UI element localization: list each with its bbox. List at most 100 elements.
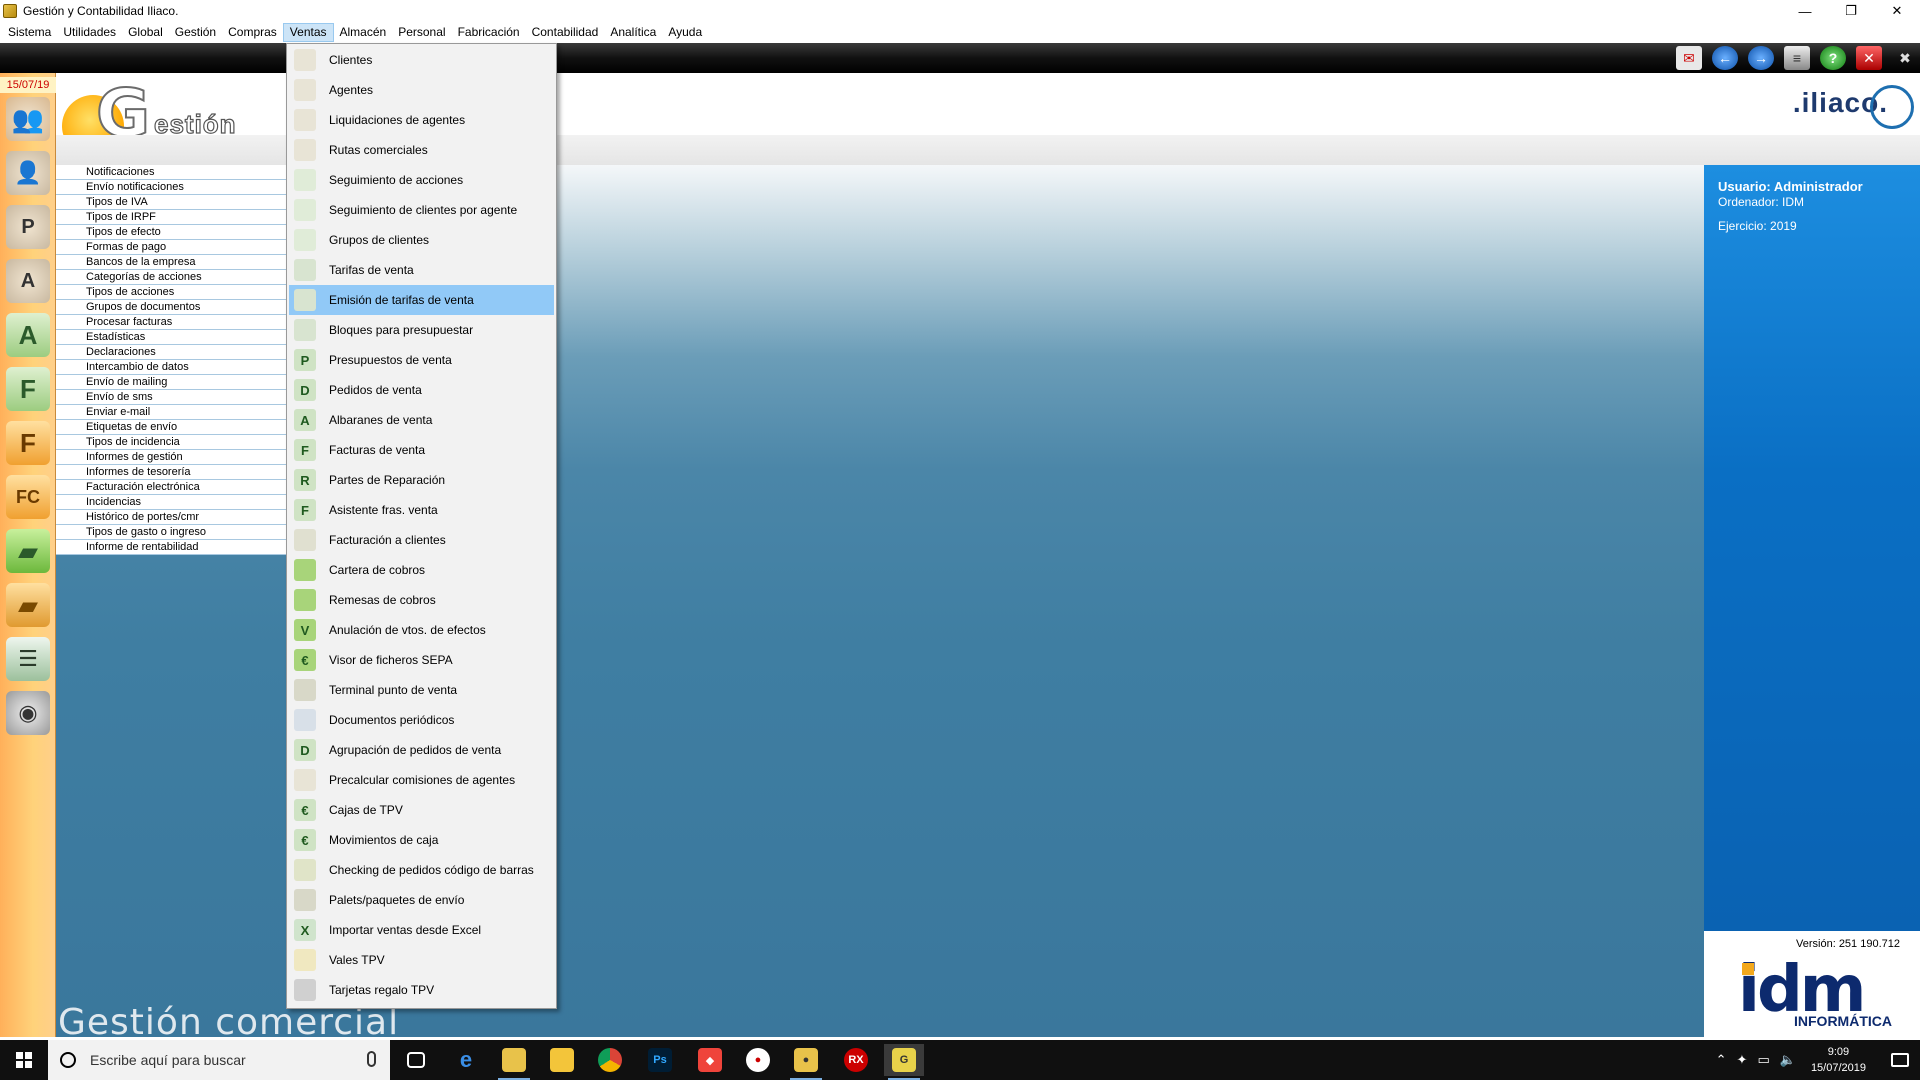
anydesk-icon[interactable]: ◆ — [690, 1044, 730, 1076]
notification-center-icon[interactable] — [1880, 1040, 1920, 1080]
menu-item[interactable]: Facturación a clientes — [289, 525, 554, 555]
menu-item[interactable]: Liquidaciones de agentes — [289, 105, 554, 135]
start-button[interactable] — [0, 1040, 48, 1080]
menu-almacen[interactable]: Almacén — [334, 23, 393, 42]
orange-folder-icon[interactable]: ▰ — [6, 583, 50, 627]
minimize-button[interactable]: — — [1782, 0, 1828, 22]
list-item[interactable]: Enviar e-mail — [56, 405, 286, 420]
microphone-icon[interactable] — [367, 1051, 376, 1067]
volume-icon[interactable]: 🔈 — [1780, 1052, 1796, 1068]
list-item[interactable]: Envío de sms — [56, 390, 286, 405]
list-item[interactable]: Estadísticas — [56, 330, 286, 345]
list-item[interactable]: Declaraciones — [56, 345, 286, 360]
menu-item[interactable]: A Albaranes de venta — [289, 405, 554, 435]
restore-button[interactable]: ❐ — [1828, 0, 1874, 22]
menu-item[interactable]: Tarjetas regalo TPV — [289, 975, 554, 1005]
app-folder-yellow-icon[interactable] — [494, 1044, 534, 1080]
edge-icon[interactable]: e — [446, 1044, 486, 1076]
close-window-icon[interactable]: ✕ — [1856, 46, 1882, 70]
disc-icon[interactable]: ◉ — [6, 691, 50, 735]
person-a-icon[interactable]: A — [6, 259, 50, 303]
menu-item[interactable]: Agentes — [289, 75, 554, 105]
dropbox-icon[interactable]: ✦ — [1737, 1052, 1748, 1068]
list-item[interactable]: Envío de mailing — [56, 375, 286, 390]
letter-f-orange-icon[interactable]: F — [6, 421, 50, 465]
menu-item[interactable]: Terminal punto de venta — [289, 675, 554, 705]
list-item[interactable]: Incidencias — [56, 495, 286, 510]
menu-item[interactable]: Grupos de clientes — [289, 225, 554, 255]
list-item[interactable]: Tipos de gasto o ingreso — [56, 525, 286, 540]
exit-icon[interactable]: ✖ — [1892, 46, 1918, 70]
rx-app-icon[interactable]: RX — [836, 1044, 876, 1076]
task-view-icon[interactable] — [396, 1044, 436, 1076]
letter-f-icon[interactable]: F — [6, 367, 50, 411]
menu-item[interactable]: Vales TPV — [289, 945, 554, 975]
menu-item[interactable]: Remesas de cobros — [289, 585, 554, 615]
menu-analitica[interactable]: Analítica — [604, 23, 662, 42]
menu-lines-icon[interactable]: ≡ — [1784, 46, 1810, 70]
menu-item[interactable]: V Anulación de vtos. de efectos — [289, 615, 554, 645]
list-item[interactable]: Etiquetas de envío — [56, 420, 286, 435]
iliaco-gestion-icon[interactable]: G — [884, 1044, 924, 1080]
chrome-icon[interactable] — [590, 1044, 630, 1076]
list-item[interactable]: Tipos de IVA — [56, 195, 286, 210]
show-hidden-icons-icon[interactable]: ⌃ — [1716, 1052, 1727, 1068]
person-icon[interactable]: 👤 — [6, 151, 50, 195]
menu-ayuda[interactable]: Ayuda — [662, 23, 708, 42]
mail-alert-icon[interactable]: ✉ — [1676, 46, 1702, 70]
list-item[interactable]: Informe de rentabilidad — [56, 540, 286, 555]
letters-fc-icon[interactable]: FC — [6, 475, 50, 519]
forward-arrow-icon[interactable]: → — [1748, 46, 1774, 70]
menu-item[interactable]: F Facturas de venta — [289, 435, 554, 465]
list-item[interactable]: Tipos de incidencia — [56, 435, 286, 450]
menu-item[interactable]: D Agrupación de pedidos de venta — [289, 735, 554, 765]
network-icon[interactable]: ▭ — [1757, 1052, 1769, 1068]
letter-a-icon[interactable]: A — [6, 313, 50, 357]
menu-item[interactable]: Precalcular comisiones de agentes — [289, 765, 554, 795]
help-icon[interactable]: ? — [1820, 46, 1846, 70]
menu-item[interactable]: € Movimientos de caja — [289, 825, 554, 855]
menu-compras[interactable]: Compras — [222, 23, 283, 42]
list-item[interactable]: Tipos de acciones — [56, 285, 286, 300]
menu-item[interactable]: Emisión de tarifas de venta — [289, 285, 554, 315]
menu-sistema[interactable]: Sistema — [2, 23, 57, 42]
list-document-icon[interactable]: ☰ — [6, 637, 50, 681]
list-item[interactable]: Informes de tesorería — [56, 465, 286, 480]
remote-app-icon[interactable]: ● — [738, 1044, 778, 1076]
people-group-icon[interactable]: 👥 — [6, 97, 50, 141]
menu-item[interactable]: D Pedidos de venta — [289, 375, 554, 405]
list-item[interactable]: Tipos de efecto — [56, 225, 286, 240]
menu-item[interactable]: Tarifas de venta — [289, 255, 554, 285]
list-item[interactable]: Facturación electrónica — [56, 480, 286, 495]
list-item[interactable]: Intercambio de datos — [56, 360, 286, 375]
menu-item[interactable]: Clientes — [289, 45, 554, 75]
list-item[interactable]: Bancos de la empresa — [56, 255, 286, 270]
file-explorer-icon[interactable] — [542, 1044, 582, 1076]
menu-utilidades[interactable]: Utilidades — [57, 23, 122, 42]
menu-fabricacion[interactable]: Fabricación — [452, 23, 526, 42]
menu-item[interactable]: Cartera de cobros — [289, 555, 554, 585]
person-p-icon[interactable]: P — [6, 205, 50, 249]
list-item[interactable]: Formas de pago — [56, 240, 286, 255]
menu-item[interactable]: F Asistente fras. venta — [289, 495, 554, 525]
menu-item[interactable]: Palets/paquetes de envío — [289, 885, 554, 915]
menu-item[interactable]: Bloques para presupuestar — [289, 315, 554, 345]
list-item[interactable]: Histórico de portes/cmr — [56, 510, 286, 525]
menu-ventas[interactable]: Ventas — [282, 23, 334, 42]
green-folder-icon[interactable]: ▰ — [6, 529, 50, 573]
menu-item[interactable]: P Presupuestos de venta — [289, 345, 554, 375]
menu-item[interactable]: Checking de pedidos código de barras — [289, 855, 554, 885]
list-item[interactable]: Notificaciones — [56, 165, 286, 180]
menu-item[interactable]: € Visor de ficheros SEPA — [289, 645, 554, 675]
photoshop-icon[interactable]: Ps — [640, 1044, 680, 1076]
menu-item[interactable]: € Cajas de TPV — [289, 795, 554, 825]
list-item[interactable]: Tipos de IRPF — [56, 210, 286, 225]
list-item[interactable]: Procesar facturas — [56, 315, 286, 330]
close-button[interactable]: ✕ — [1874, 0, 1920, 22]
menu-item[interactable]: Seguimiento de clientes por agente — [289, 195, 554, 225]
back-arrow-icon[interactable]: ← — [1712, 46, 1738, 70]
list-item[interactable]: Categorías de acciones — [56, 270, 286, 285]
menu-contabilidad[interactable]: Contabilidad — [526, 23, 605, 42]
iliaco-contabilidad-icon[interactable]: ● — [786, 1044, 826, 1080]
menu-personal[interactable]: Personal — [392, 23, 451, 42]
